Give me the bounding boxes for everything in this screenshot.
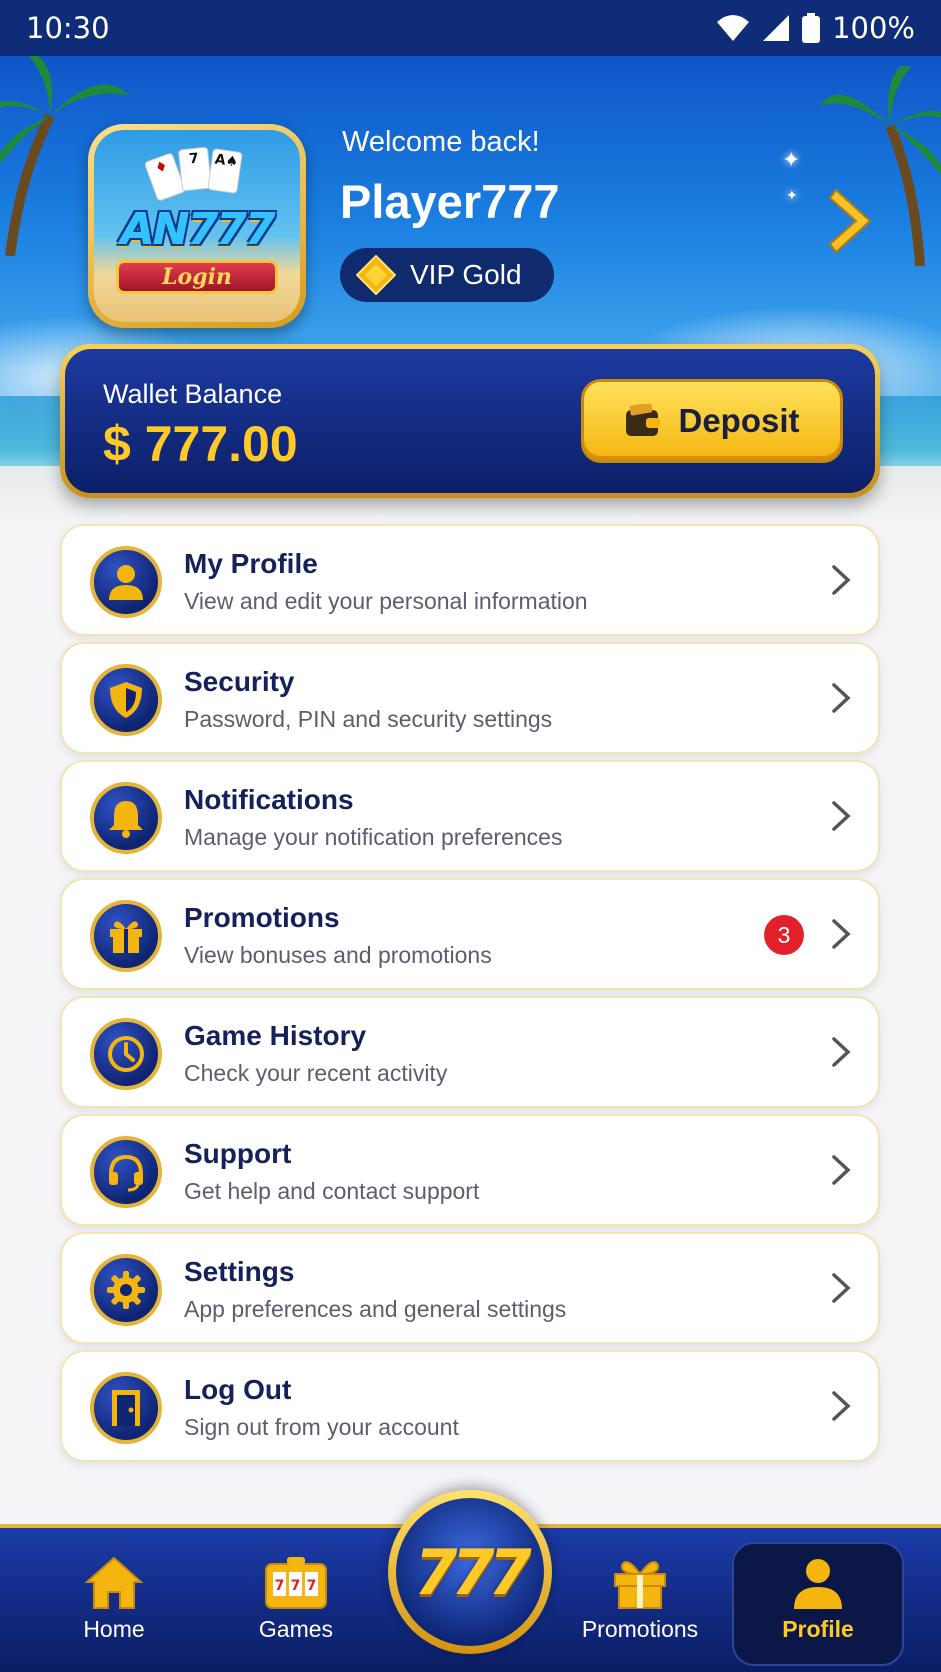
nav-item-label: Promotions [581,1616,699,1642]
vip-label: VIP Gold [410,259,522,290]
wifi-icon [717,15,750,41]
chevron-right-icon[interactable] [828,186,876,256]
gear-icon [90,1254,162,1326]
status-time: 10:30 [26,11,110,45]
menu-item-promotions[interactable]: Promotions View bonuses and promotions 3 [60,878,880,990]
menu-item-description: Sign out from your account [184,1414,459,1440]
logo-title: AN777 [120,204,276,255]
chevron-right-icon [832,801,851,831]
chevron-right-icon [832,919,851,949]
menu-item-log-out[interactable]: Log Out Sign out from your account [60,1350,880,1462]
user-icon [794,1559,842,1609]
status-icons: 100% [716,11,915,45]
nav-item-games[interactable]: 7 7 7 Games [216,1556,376,1656]
game-logo: ♦ 7 A♠ AN777 Login [94,130,300,322]
welcome-text: Welcome back! [342,126,540,158]
door-icon [90,1372,162,1444]
user-icon [90,546,162,618]
chevron-right-icon [832,1391,851,1421]
avatar[interactable]: ♦ 7 A♠ AN777 Login [88,124,306,328]
nav-center-777-button[interactable]: 777 [388,1490,552,1654]
menu-item-title: Support [184,1138,292,1169]
sparkle-icon: ✦ [786,188,798,204]
nav-item-home[interactable]: Home [34,1556,194,1656]
wallet-balance: $ 777.00 [103,416,298,472]
menu-item-description: View and edit your personal information [184,588,588,614]
nav-item-label: Profile [782,1616,854,1642]
nav-center-label: 777 [396,1498,544,1646]
chevron-right-icon [832,565,851,595]
menu-item-game-history[interactable]: Game History Check your recent activity [60,996,880,1108]
svg-text:7: 7 [275,1578,285,1594]
svg-text:7: 7 [291,1578,301,1594]
menu-item-title: Game History [184,1020,367,1051]
menu-item-description: Password, PIN and security settings [184,706,553,732]
nav-item-label: Games [258,1616,334,1642]
battery-percent: 100% [832,11,915,45]
svg-text:7: 7 [307,1578,317,1594]
clock-icon [90,1018,162,1090]
slot-machine-icon: 7 7 7 [265,1557,327,1609]
menu-item-support[interactable]: Support Get help and contact support [60,1114,880,1226]
chevron-right-icon [832,1155,851,1185]
gift-icon [90,900,162,972]
menu-item-title: Log Out [184,1374,292,1405]
menu-item-title: Security [184,666,295,697]
menu-item-settings[interactable]: Settings App preferences and general set… [60,1232,880,1344]
wallet-label: Wallet Balance [103,379,283,409]
deposit-label: Deposit [678,402,800,439]
menu-item-title: Notifications [184,784,354,815]
menu-item-description: App preferences and general settings [184,1296,567,1322]
menu-item-my-profile[interactable]: My Profile View and edit your personal i… [60,524,880,636]
menu-item-description: Manage your notification preferences [184,824,563,850]
sparkle-icon: ✦ [782,148,801,173]
wallet-icon [626,404,661,436]
nav-item-label: Home [83,1616,145,1642]
notification-badge: 3 [764,915,804,955]
menu-item-title: Promotions [184,902,340,933]
status-bar: 10:30 100% [0,0,941,56]
vip-badge[interactable]: VIP Gold [340,248,554,302]
menu-item-description: Check your recent activity [184,1060,448,1086]
menu-item-notifications[interactable]: Notifications Manage your notification p… [60,760,880,872]
shield-icon [90,664,162,736]
chevron-right-icon [832,683,851,713]
menu-item-description: View bonuses and promotions [184,942,492,968]
gift-icon [614,1561,666,1609]
menu-item-title: My Profile [184,548,318,579]
menu-item-title: Settings [184,1256,295,1287]
playing-cards-icon: ♦ 7 A♠ [143,146,254,202]
bell-icon [90,782,162,854]
wallet-card: Wallet Balance $ 777.00 Deposit [60,344,880,498]
logo-ribbon: Login [116,260,278,294]
nav-item-promotions[interactable]: Promotions [560,1556,720,1656]
diamond-icon [356,255,396,295]
signal-icon [763,15,790,41]
home-icon [85,1556,143,1609]
deposit-button[interactable]: Deposit [581,379,843,463]
nav-item-profile[interactable]: Profile [732,1542,904,1666]
chevron-right-icon [832,1273,851,1303]
headset-icon [90,1136,162,1208]
player-name: Player777 [340,175,560,228]
chevron-right-icon [832,1037,851,1067]
menu-item-security[interactable]: Security Password, PIN and security sett… [60,642,880,754]
menu-item-description: Get help and contact support [184,1178,480,1204]
battery-icon [802,13,821,43]
profile-menu: My Profile View and edit your personal i… [60,524,880,1468]
